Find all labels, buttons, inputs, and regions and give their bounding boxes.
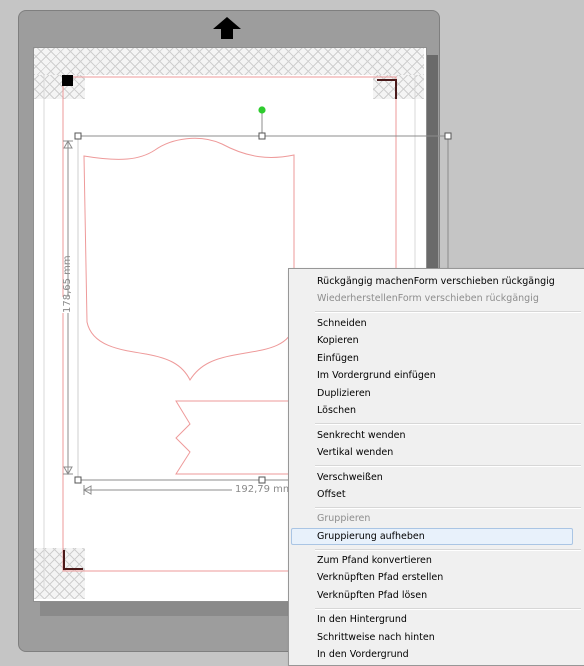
menu-item-delete[interactable]: Löschen <box>291 402 573 419</box>
menu-item-flip-vertical[interactable]: Senkrecht wenden <box>291 427 573 444</box>
resize-handle-top-left[interactable] <box>74 132 82 140</box>
menu-item-bring-to-front[interactable]: In den Vordergrund <box>291 646 573 663</box>
registration-mark-top-right <box>377 79 397 99</box>
menu-separator <box>315 507 581 509</box>
menu-item-duplicate[interactable]: Duplizieren <box>291 385 573 402</box>
banner-shape[interactable] <box>175 400 301 475</box>
menu-separator <box>315 311 581 313</box>
menu-separator <box>315 423 581 425</box>
menu-item-weld[interactable]: Verschweißen <box>291 469 573 486</box>
menu-item-copy[interactable]: Kopieren <box>291 332 573 349</box>
menu-item-offset[interactable]: Offset <box>291 486 573 503</box>
menu-separator <box>315 549 581 551</box>
menu-item-group[interactable]: Gruppieren <box>291 510 573 527</box>
menu-item-flip-horizontal[interactable]: Vertikal wenden <box>291 444 573 461</box>
menu-item-redo[interactable]: WiederherstellenForm verschieben rückgän… <box>291 290 573 307</box>
context-menu: Rückgängig machenForm verschieben rückgä… <box>288 268 584 666</box>
menu-item-send-backward[interactable]: Schrittweise nach hinten <box>291 629 573 646</box>
menu-item-paste-in-front[interactable]: Im Vordergrund einfügen <box>291 367 573 384</box>
menu-separator <box>315 465 581 467</box>
menu-item-ungroup[interactable]: Gruppierung aufheben <box>291 528 573 545</box>
menu-item-undo[interactable]: Rückgängig machenForm verschieben rückgä… <box>291 273 573 290</box>
height-dimension-label: 178,65 mm <box>61 255 75 313</box>
width-dimension-label: 192,79 mm <box>232 484 296 495</box>
menu-item-send-to-back[interactable]: In den Hintergrund <box>291 611 573 628</box>
rotate-handle[interactable] <box>258 106 266 114</box>
menu-separator <box>315 608 581 610</box>
resize-handle-bottom-middle[interactable] <box>258 476 266 484</box>
registration-mark-bottom-left <box>63 550 83 570</box>
resize-handle-top-right[interactable] <box>444 132 452 140</box>
menu-item-convert-to-path[interactable]: Zum Pfand konvertieren <box>291 552 573 569</box>
registration-mark-square <box>62 75 73 86</box>
menu-item-release-compound-path[interactable]: Verknüpften Pfad lösen <box>291 587 573 604</box>
shield-shape[interactable] <box>83 137 295 382</box>
menu-item-paste[interactable]: Einfügen <box>291 350 573 367</box>
resize-handle-bottom-left[interactable] <box>74 476 82 484</box>
resize-handle-top-middle[interactable] <box>258 132 266 140</box>
menu-item-cut[interactable]: Schneiden <box>291 315 573 332</box>
menu-item-make-compound-path[interactable]: Verknüpften Pfad erstellen <box>291 569 573 586</box>
